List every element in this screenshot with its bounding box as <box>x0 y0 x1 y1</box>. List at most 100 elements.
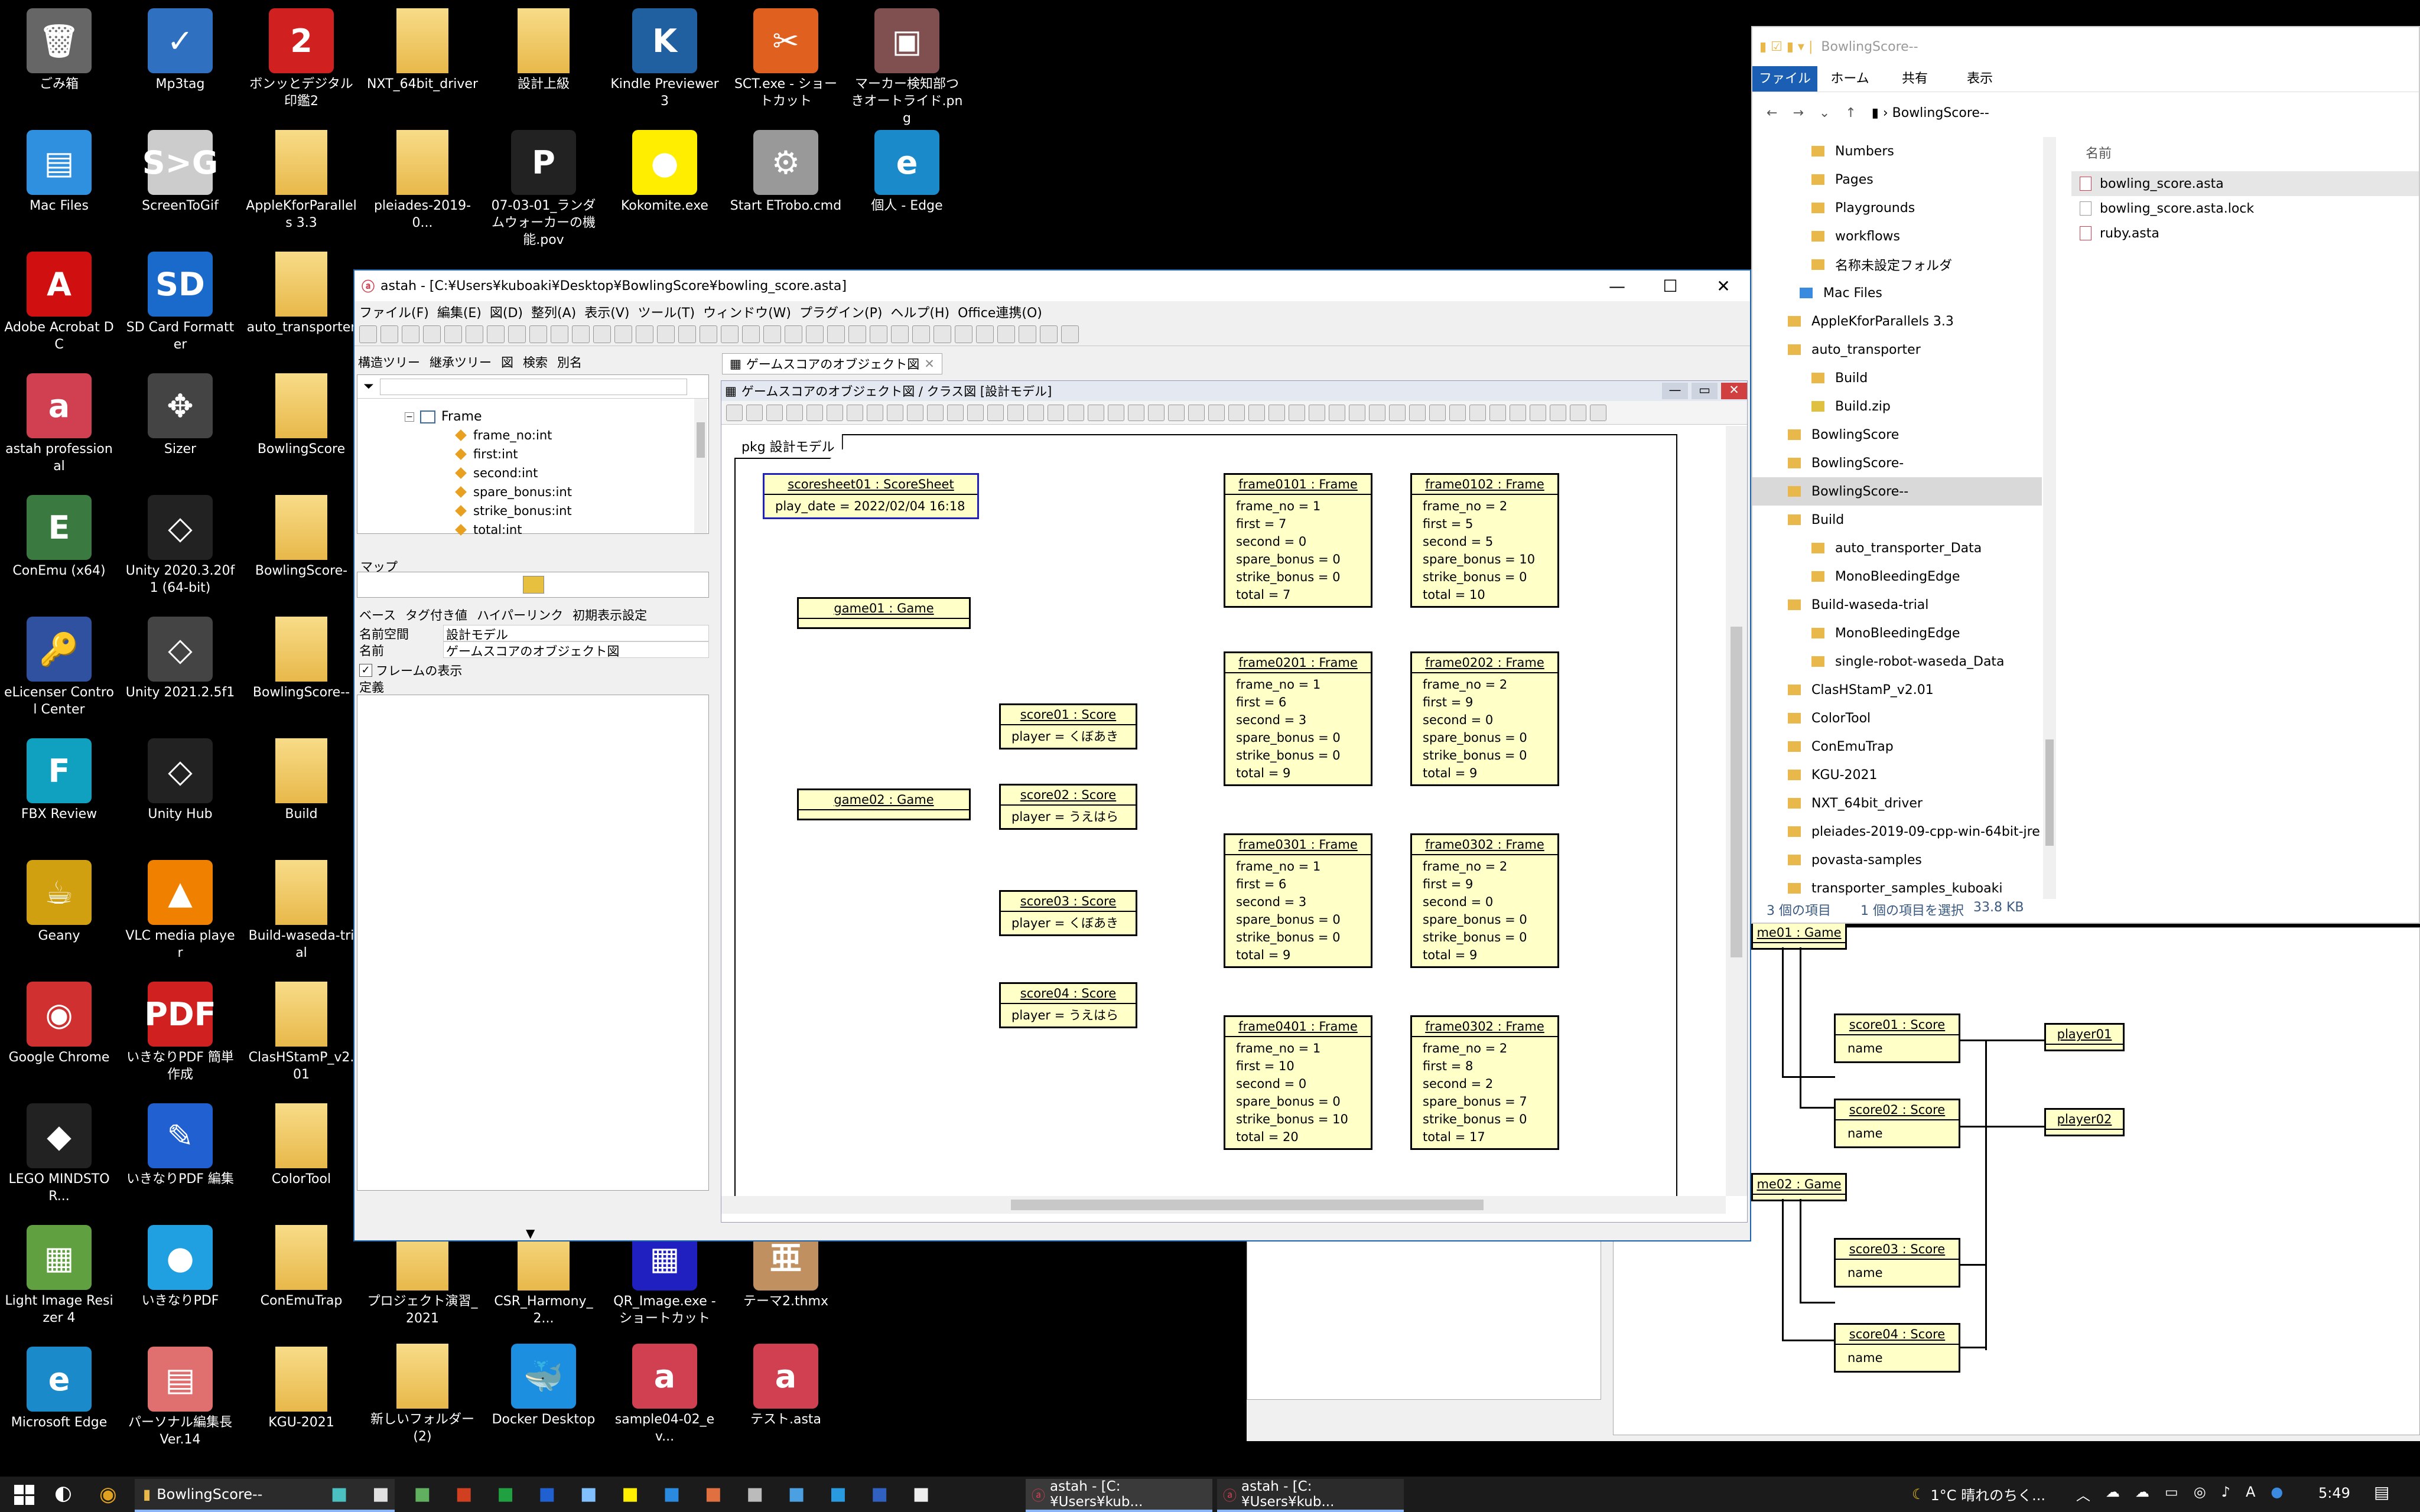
toolbar-button[interactable] <box>763 325 781 343</box>
desktop-icon[interactable]: ✓ Mp3tag <box>121 4 239 122</box>
nav-item[interactable]: 名称未設定フォルダ <box>1752 250 2042 279</box>
diagram-tool-button[interactable] <box>1108 404 1124 421</box>
property-tab[interactable]: ハイパーリンク <box>477 606 563 624</box>
diagram-tool-button[interactable] <box>1349 404 1365 421</box>
desktop-icon[interactable]: ▦ Light Image Resizer 4 <box>0 1220 118 1338</box>
start-button[interactable] <box>14 1485 34 1505</box>
uml-object[interactable]: player01 <box>2044 1023 2125 1051</box>
desktop-icon[interactable]: ▤ パーソナル編集長 Ver.14 <box>121 1342 239 1460</box>
desktop-icon[interactable]: a テスト.asta <box>727 1339 845 1457</box>
diagram-tool-button[interactable] <box>1309 404 1325 421</box>
toolbar-button[interactable] <box>848 325 866 343</box>
diagram-tool-button[interactable] <box>1449 404 1466 421</box>
battery-icon[interactable]: ▭ <box>2165 1484 2178 1504</box>
nav-item[interactable]: auto_transporter <box>1752 335 2042 364</box>
uml-object[interactable]: score02 : Score player = うえはら <box>999 784 1137 830</box>
address-bar[interactable]: ← → ⌄ ↑ ▮ › BowlingScore-- <box>1752 96 2419 130</box>
chrome-taskbar-icon[interactable]: ◉ <box>99 1482 117 1506</box>
filter-icon[interactable]: ⏷ <box>363 379 374 394</box>
desktop-icon[interactable]: Build <box>242 734 360 852</box>
minimize-button[interactable]: — <box>1590 271 1644 301</box>
uml-object[interactable]: game01 : Game <box>797 597 971 629</box>
desktop-icon[interactable]: A Adobe Acrobat DC <box>0 247 118 365</box>
uml-object[interactable]: me01 : Game <box>1751 921 1847 950</box>
diagram-tool-button[interactable] <box>1570 404 1586 421</box>
maximize-button[interactable]: ☐ <box>1644 271 1697 301</box>
search-icon[interactable]: ◐ <box>54 1481 72 1505</box>
diagram-vscrollbar[interactable] <box>1726 426 1747 1196</box>
diagram-tool-button[interactable] <box>1248 404 1265 421</box>
toolbar-button[interactable] <box>423 325 441 343</box>
nav-item[interactable]: NXT_64bit_driver <box>1752 789 2042 817</box>
diagram-tool-button[interactable] <box>947 404 964 421</box>
toolbar-button[interactable] <box>1019 325 1036 343</box>
inner-close-button[interactable]: ✕ <box>1721 383 1747 399</box>
diagram-tool-button[interactable] <box>1068 404 1084 421</box>
uml-object[interactable]: score01 : Score player = くぼあき <box>999 703 1137 750</box>
tree-scrollbar[interactable] <box>694 399 707 533</box>
diagram-tool-button[interactable] <box>726 404 743 421</box>
property-value[interactable]: ゲームスコアのオブジェクト図 <box>443 641 709 659</box>
toolbar-button[interactable] <box>742 325 760 343</box>
desktop-icon[interactable]: ConEmuTrap <box>242 1220 360 1338</box>
nav-scrollbar[interactable] <box>2043 137 2056 899</box>
diagram-tool-button[interactable] <box>1590 404 1606 421</box>
uml-object[interactable]: frame0302 : Frame frame_no = 2 first = 8 se… <box>1410 1015 1559 1150</box>
diagram-tool-button[interactable] <box>1329 404 1345 421</box>
menu-item[interactable]: ヘルプ(H) <box>890 302 949 321</box>
powershell-icon[interactable]: ■ <box>871 1484 888 1504</box>
toolbar-button[interactable] <box>529 325 547 343</box>
diagram-tool-button[interactable] <box>1027 404 1044 421</box>
toolbar-button[interactable] <box>466 325 483 343</box>
menu-item[interactable]: Office連携(O) <box>958 302 1042 321</box>
definition-textarea[interactable] <box>357 695 709 1191</box>
tree-attr-item[interactable]: second:int <box>455 464 572 483</box>
toolbar-button[interactable] <box>700 325 717 343</box>
tree-attr-item[interactable]: strike_bonus:int <box>455 501 572 520</box>
menu-item[interactable]: 図(D) <box>490 302 523 321</box>
toolbar-button[interactable] <box>636 325 653 343</box>
onedrive-icon[interactable]: ☁ <box>2135 1484 2149 1504</box>
desktop-icon[interactable]: ● いきなりPDF <box>121 1220 239 1338</box>
diagram-tool-button[interactable] <box>1369 404 1385 421</box>
toolbar-button[interactable] <box>785 325 802 343</box>
diagram-hscrollbar[interactable] <box>721 1196 1726 1214</box>
desktop-icon[interactable]: ◇ Unity 2020.3.20f1 (64-bit) <box>121 490 239 608</box>
menu-item[interactable]: ファイル(F) <box>359 302 429 321</box>
uml-object[interactable]: score01 : Score name <box>1834 1014 1960 1063</box>
diagram-tool-button[interactable] <box>746 404 763 421</box>
desktop-icon[interactable]: 🗑 ごみ箱 <box>0 4 118 122</box>
diagram-tool-button[interactable] <box>1389 404 1406 421</box>
toolbar-button[interactable] <box>976 325 994 343</box>
cloud-icon[interactable]: ☁ <box>2106 1484 2120 1504</box>
desktop-icon[interactable]: a astah professional <box>0 369 118 487</box>
toolbar-button[interactable] <box>614 325 632 343</box>
toolbar-button[interactable] <box>933 325 951 343</box>
menu-item[interactable]: ウィンドウ(W) <box>703 302 791 321</box>
map-thumbnail-icon[interactable] <box>523 576 544 594</box>
m-icon[interactable]: ■ <box>372 1484 389 1504</box>
uml-object[interactable]: score03 : Score player = くぼあき <box>999 890 1137 936</box>
desktop-icon[interactable]: BowlingScore-- <box>242 612 360 730</box>
chevron-down-icon[interactable]: ⌄ <box>1819 106 1830 120</box>
network-icon[interactable]: ◎ <box>2194 1484 2206 1504</box>
nav-item[interactable]: BowlingScore <box>1752 421 2042 449</box>
diagram-tool-button[interactable] <box>1409 404 1426 421</box>
tree-attr-item[interactable]: total:int <box>455 520 572 539</box>
diagram-tool-button[interactable] <box>1007 404 1024 421</box>
menu-item[interactable]: 整列(A) <box>531 302 576 321</box>
nav-item[interactable]: Build <box>1752 364 2042 392</box>
forward-icon[interactable]: → <box>1793 106 1803 120</box>
toolbar-button[interactable] <box>572 325 590 343</box>
nav-item[interactable]: KGU-2021 <box>1752 761 2042 789</box>
desktop-icon[interactable]: AppleKforParallels 3.3 <box>242 125 360 243</box>
diagram-tool-button[interactable] <box>847 404 863 421</box>
nav-item[interactable]: povasta-samples <box>1752 846 2042 874</box>
toolbar-button[interactable] <box>955 325 972 343</box>
menu-item[interactable]: ツール(T) <box>637 302 695 321</box>
nav-item[interactable]: AppleKforParallels 3.3 <box>1752 307 2042 335</box>
diagram-tool-button[interactable] <box>867 404 883 421</box>
toolbar-button[interactable] <box>593 325 611 343</box>
toolbar-button[interactable] <box>721 325 739 343</box>
diagram-tool-button[interactable] <box>927 404 944 421</box>
